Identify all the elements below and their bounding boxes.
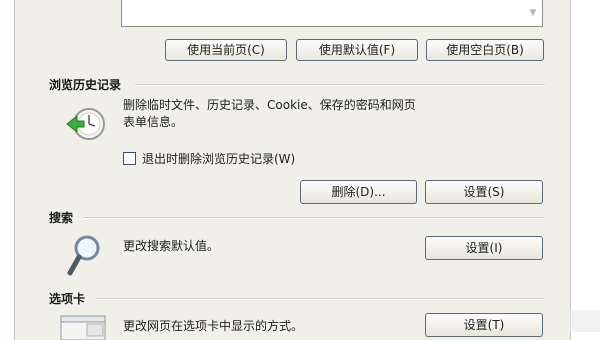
scroll-down-arrow-icon[interactable]: ▼	[526, 4, 540, 22]
search-description: 更改搜索默认值。	[123, 239, 220, 253]
delete-on-exit-checkbox[interactable]	[123, 151, 136, 165]
tabs-description: 更改网页在选项卡中显示的方式。	[123, 319, 304, 333]
browsing-history-divider	[135, 84, 545, 86]
browsing-history-title: 浏览历史记录	[49, 78, 122, 92]
search-title: 搜索	[49, 211, 74, 225]
home-page-url-textarea[interactable]: ▼	[121, 0, 543, 27]
tabs-settings-button[interactable]: 设置(T)	[425, 313, 543, 337]
magnifier-icon	[65, 232, 105, 278]
use-current-page-button[interactable]: 使用当前页(C)	[165, 39, 287, 61]
delete-history-button[interactable]: 删除(D)...	[300, 180, 417, 204]
search-settings-button[interactable]: 设置(I)	[425, 236, 543, 260]
edge-watermark	[570, 310, 600, 332]
internet-options-dialog: ▼ 使用当前页(C) 使用默认值(F) 使用空白页(B) 浏览历史记录 删除临时…	[14, 0, 571, 340]
search-divider	[83, 217, 545, 219]
history-clock-icon	[63, 104, 107, 144]
tabs-window-icon	[59, 312, 109, 340]
tabs-divider	[95, 298, 545, 300]
use-default-page-button[interactable]: 使用默认值(F)	[296, 39, 418, 61]
delete-on-exit-row[interactable]: 退出时删除浏览历史记录(W)	[123, 150, 295, 166]
browsing-history-description-line-2: 表单信息。	[123, 115, 184, 129]
history-settings-button[interactable]: 设置(S)	[425, 180, 543, 204]
use-blank-page-button[interactable]: 使用空白页(B)	[426, 39, 544, 61]
delete-on-exit-label[interactable]: 退出时删除浏览历史记录(W)	[142, 150, 295, 167]
browsing-history-description-line-1: 删除临时文件、历史记录、Cookie、保存的密码和网页	[123, 98, 416, 112]
tabs-title: 选项卡	[49, 292, 86, 306]
